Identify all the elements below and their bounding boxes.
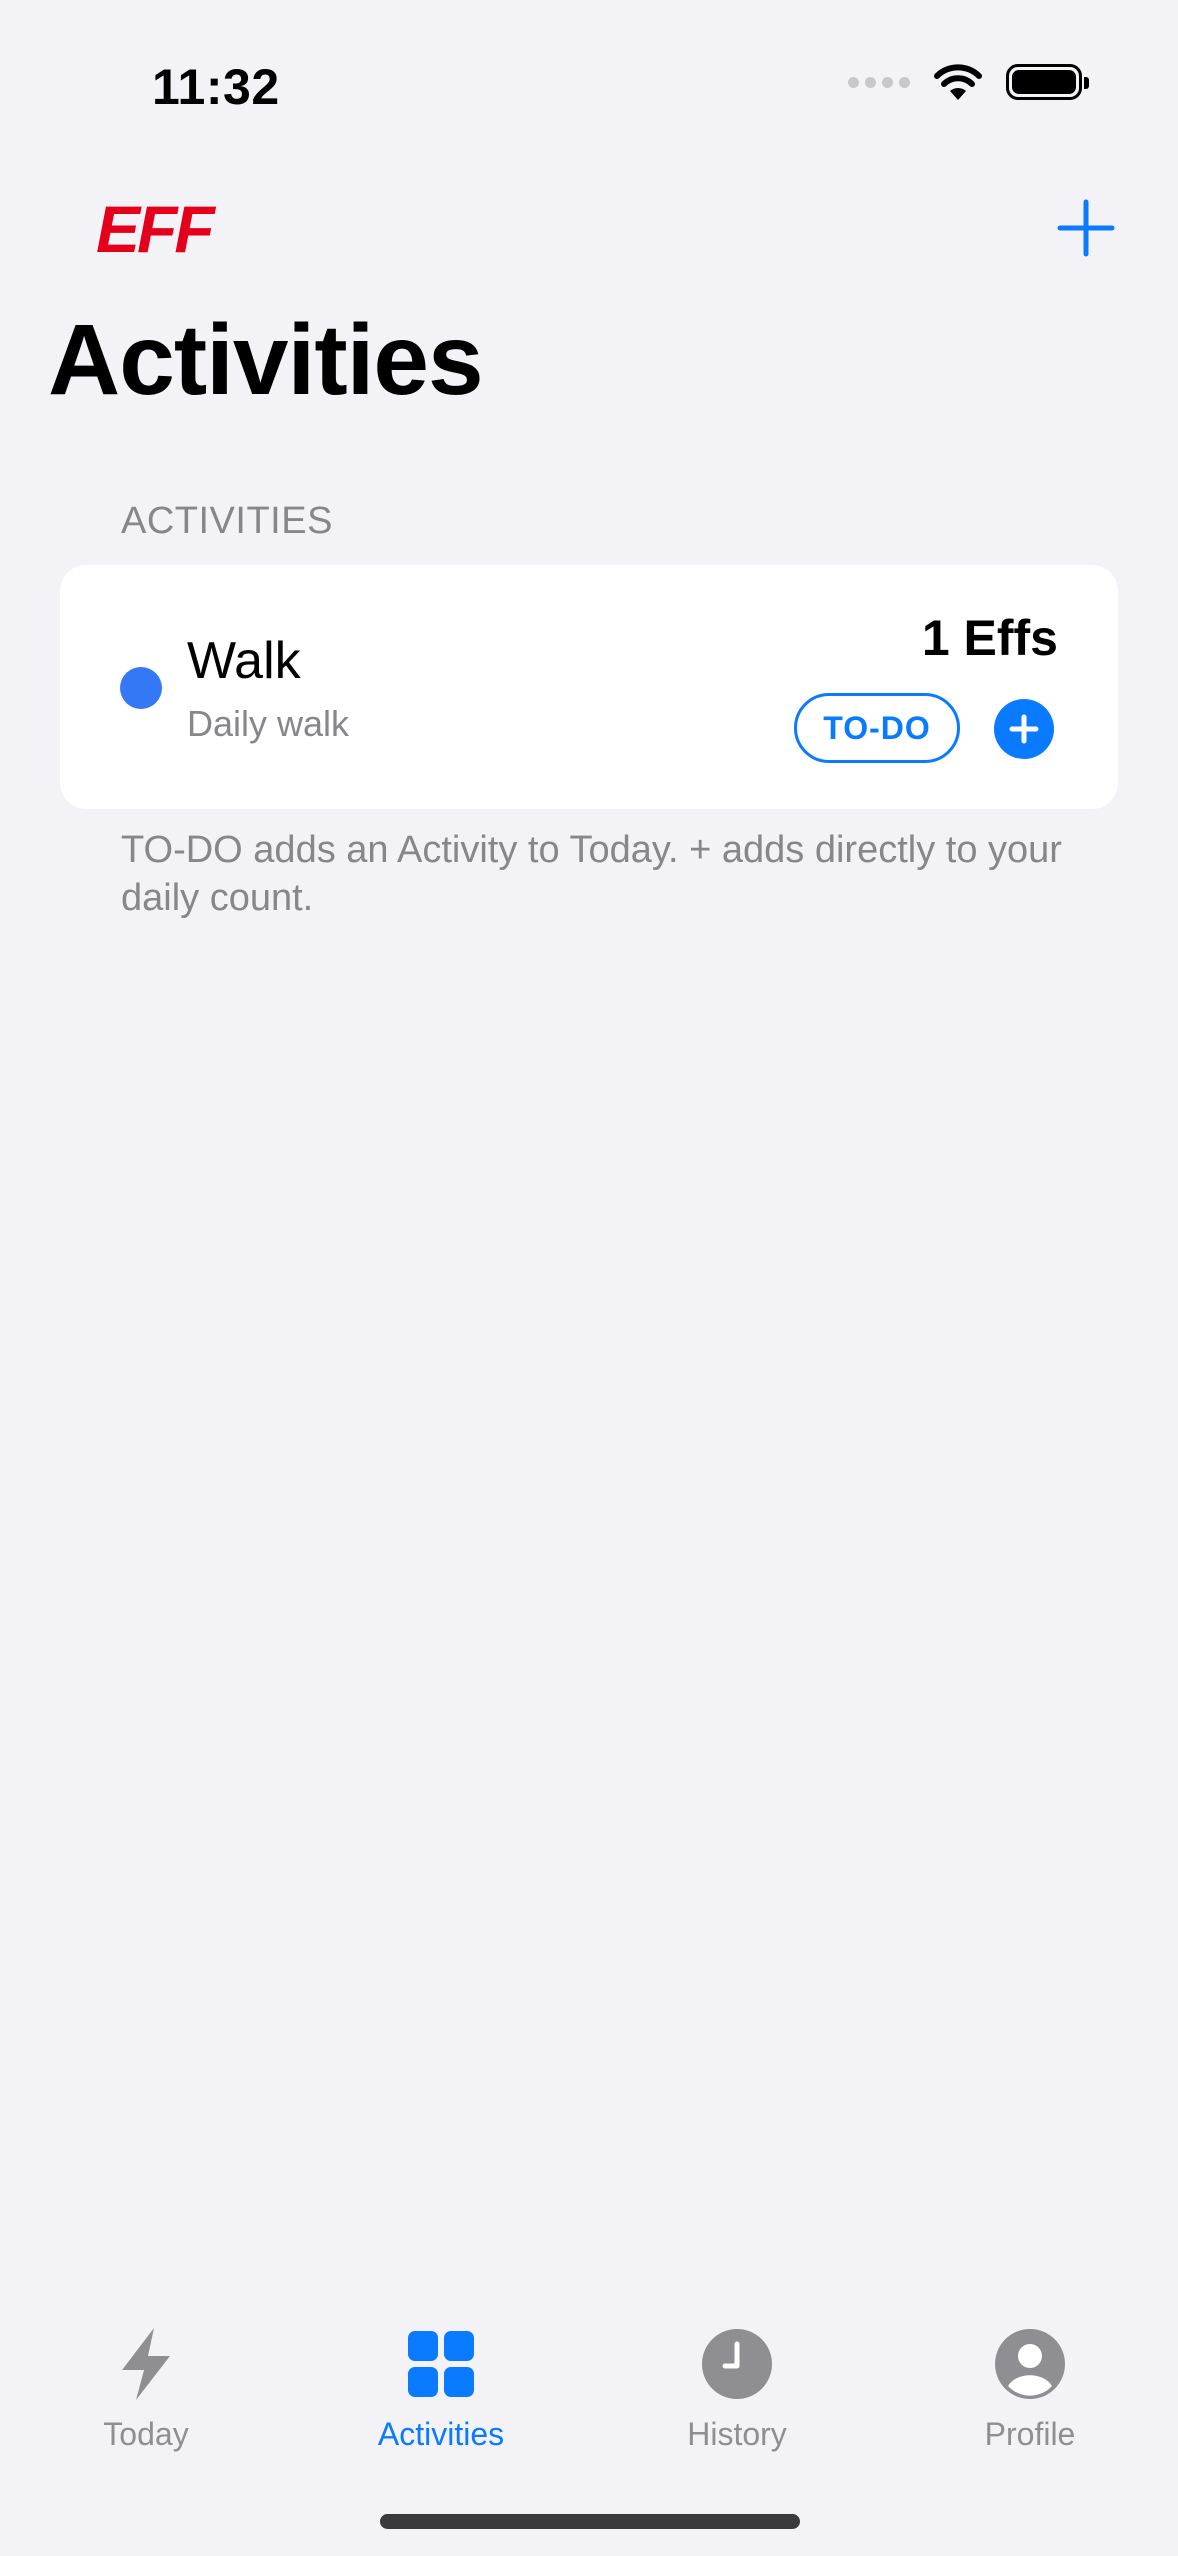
section-footer-note: TO-DO adds an Activity to Today. + adds … <box>121 829 1062 919</box>
activity-title: Walk <box>187 632 301 690</box>
tab-today[interactable]: Today <box>36 2326 256 2453</box>
activity-color-dot <box>120 667 162 709</box>
page-title: Activities <box>48 304 484 416</box>
activity-count: 1 Effs <box>921 610 1058 666</box>
bolt-icon <box>122 2328 170 2400</box>
wifi-icon <box>934 64 982 100</box>
cellular-signal-icon <box>848 76 910 88</box>
tab-profile[interactable]: Profile <box>920 2326 1140 2453</box>
add-activity-button[interactable] <box>1054 196 1118 260</box>
activity-subtitle: Daily walk <box>187 703 350 744</box>
grid-icon <box>408 2331 474 2397</box>
tab-label: Profile <box>984 2416 1076 2452</box>
home-indicator <box>380 2514 800 2529</box>
tab-label: History <box>687 2416 787 2452</box>
plus-icon <box>1057 199 1115 257</box>
tab-label: Today <box>103 2416 189 2452</box>
section-header: ACTIVITIES <box>121 500 333 542</box>
clock-icon <box>702 2329 772 2399</box>
person-icon <box>995 2329 1065 2399</box>
todo-button[interactable]: TO-DO <box>794 693 960 763</box>
add-to-count-button[interactable] <box>994 699 1054 759</box>
status-time: 11:32 <box>152 59 280 115</box>
tab-history[interactable]: History <box>627 2326 847 2453</box>
status-icons <box>848 62 1089 102</box>
tab-label: Activities <box>377 2416 505 2452</box>
tab-bar: Today Activities History Profile <box>0 2310 1178 2470</box>
plus-icon <box>1009 714 1039 744</box>
battery-icon <box>1006 64 1089 100</box>
tab-activities[interactable]: Activities <box>331 2326 551 2453</box>
activity-list: Walk Daily walk 1 Effs TO-DO <box>60 565 1118 809</box>
app-logo: EFF <box>96 192 215 266</box>
